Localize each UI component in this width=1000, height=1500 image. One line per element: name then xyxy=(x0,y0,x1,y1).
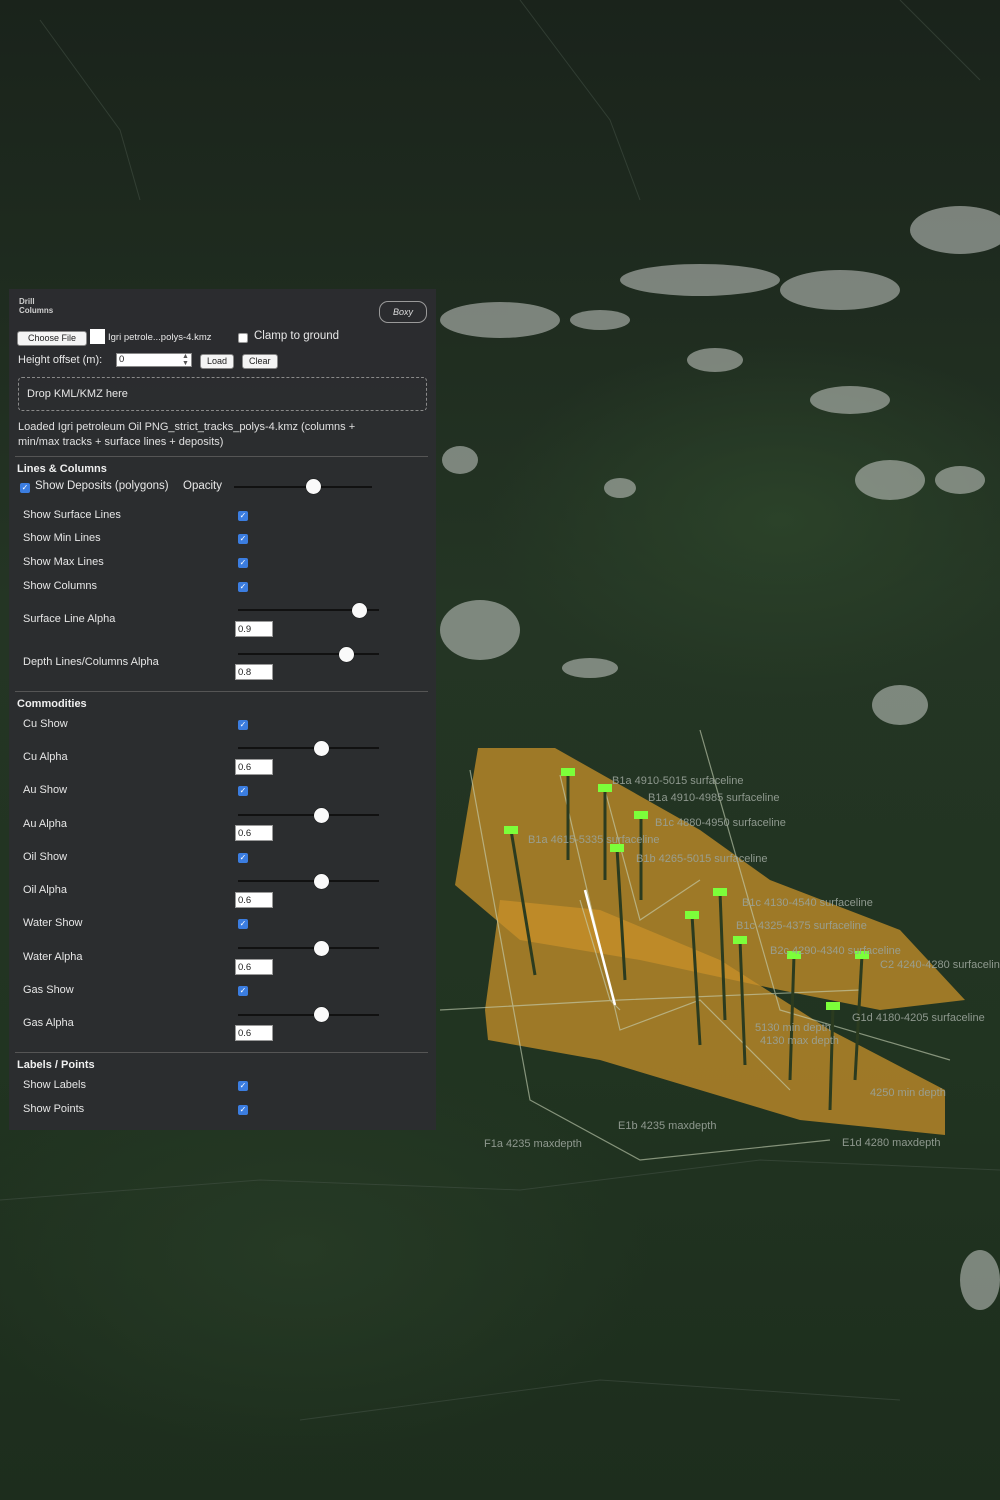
control-panel: Drill Columns Boxy Choose File Igri petr… xyxy=(9,289,436,1130)
deposit-opacity-thumb[interactable] xyxy=(306,479,321,494)
oil-show-checkbox[interactable]: ✓ xyxy=(238,853,248,863)
oil-alpha-thumb[interactable] xyxy=(314,874,329,889)
height-offset-input[interactable]: 0 xyxy=(116,353,192,367)
show-points-label: Show Points xyxy=(23,1103,85,1115)
map-label: 4130 max depth xyxy=(760,1035,839,1047)
map-label: B1c 4130-4540 surfaceline xyxy=(742,897,873,909)
map-label: B1a 4910-5015 surfaceline xyxy=(612,775,743,787)
show-surface-lines-label: Show Surface Lines xyxy=(23,509,121,521)
show-columns-checkbox[interactable]: ✓ xyxy=(238,582,248,592)
oil-alpha-label: Oil Alpha xyxy=(23,884,68,896)
au-alpha-label: Au Alpha xyxy=(23,818,68,830)
surface-alpha-label: Surface Line Alpha xyxy=(23,613,116,625)
show-max-lines-label: Show Max Lines xyxy=(23,556,104,568)
depth-alpha-input[interactable]: 0.8 xyxy=(235,664,273,680)
oil-show-label: Oil Show xyxy=(23,851,68,863)
gas-alpha-thumb[interactable] xyxy=(314,1007,329,1022)
deposit-opacity-slider[interactable] xyxy=(234,486,372,488)
oil-alpha-slider[interactable] xyxy=(238,880,379,882)
map-label: B1b 4265-5015 surfaceline xyxy=(636,853,767,865)
au-show-label: Au Show xyxy=(23,784,68,796)
show-columns-label: Show Columns xyxy=(23,580,97,592)
drop-zone-text: Drop KML/KMZ here xyxy=(27,388,128,400)
water-alpha-slider[interactable] xyxy=(238,947,379,949)
map-label: B2c 4290-4340 surfaceline xyxy=(770,945,901,957)
depth-alpha-slider[interactable] xyxy=(238,653,379,655)
map-label: F1a 4235 maxdepth xyxy=(484,1138,582,1150)
brand-logo: Boxy xyxy=(379,301,427,323)
water-alpha-label: Water Alpha xyxy=(23,951,83,963)
depth-alpha-label: Depth Lines/Columns Alpha xyxy=(23,656,159,668)
gas-alpha-input[interactable]: 0.6 xyxy=(235,1025,273,1041)
app-title: Drill Columns xyxy=(19,297,53,315)
show-points-checkbox[interactable]: ✓ xyxy=(238,1105,248,1115)
divider xyxy=(15,456,428,457)
cu-show-label: Cu Show xyxy=(23,718,68,730)
selected-file-name: Igri petrole...polys-4.kmz xyxy=(108,332,212,343)
water-show-checkbox[interactable]: ✓ xyxy=(238,919,248,929)
map-label: B1a 4910-4985 surfaceline xyxy=(648,792,779,804)
map-label: 5130 min depth xyxy=(755,1022,831,1034)
clear-button[interactable]: Clear xyxy=(242,354,278,369)
surface-alpha-input[interactable]: 0.9 xyxy=(235,621,273,637)
water-alpha-thumb[interactable] xyxy=(314,941,329,956)
cu-alpha-thumb[interactable] xyxy=(314,741,329,756)
load-status-line1: Loaded Igri petroleum Oil PNG_strict_tra… xyxy=(18,421,356,433)
commodities-heading: Commodities xyxy=(17,698,87,710)
oil-alpha-input[interactable]: 0.6 xyxy=(235,892,273,908)
gas-show-checkbox[interactable]: ✓ xyxy=(238,986,248,996)
au-show-checkbox[interactable]: ✓ xyxy=(238,786,248,796)
show-deposits-checkbox[interactable]: ✓ xyxy=(20,483,30,493)
map-label: B1c 4325-4375 surfaceline xyxy=(736,920,867,932)
lines-columns-heading: Lines & Columns xyxy=(17,463,107,475)
show-deposits-label: Show Deposits (polygons) xyxy=(35,480,169,492)
show-labels-label: Show Labels xyxy=(23,1079,86,1091)
map-label: G1d 4180-4205 surfaceline xyxy=(852,1012,985,1024)
file-swatch xyxy=(90,329,105,344)
water-alpha-input[interactable]: 0.6 xyxy=(235,959,273,975)
cu-alpha-label: Cu Alpha xyxy=(23,751,68,763)
water-show-label: Water Show xyxy=(23,917,83,929)
app-title-line2: Columns xyxy=(19,306,54,315)
show-labels-checkbox[interactable]: ✓ xyxy=(238,1081,248,1091)
show-max-lines-checkbox[interactable]: ✓ xyxy=(238,558,248,568)
map-label: B1c 4880-4950 surfaceline xyxy=(655,817,786,829)
map-label: E1d 4280 maxdepth xyxy=(842,1137,940,1149)
cu-alpha-input[interactable]: 0.6 xyxy=(235,759,273,775)
au-alpha-slider[interactable] xyxy=(238,814,379,816)
load-status: Loaded Igri petroleum Oil PNG_strict_tra… xyxy=(18,420,418,450)
app-title-line1: Drill xyxy=(19,297,35,306)
show-min-lines-label: Show Min Lines xyxy=(23,532,101,544)
opacity-label: Opacity xyxy=(183,480,222,492)
deposit-polygons[interactable] xyxy=(455,748,965,1135)
map-label: C2 4240-4280 surfaceline xyxy=(880,959,1000,971)
labels-points-heading: Labels / Points xyxy=(17,1059,95,1071)
cu-show-checkbox[interactable]: ✓ xyxy=(238,720,248,730)
au-alpha-input[interactable]: 0.6 xyxy=(235,825,273,841)
divider xyxy=(15,691,428,692)
stepper-icon[interactable]: ▲ ▼ xyxy=(182,353,189,367)
cu-alpha-slider[interactable] xyxy=(238,747,379,749)
au-alpha-thumb[interactable] xyxy=(314,808,329,823)
choose-file-button[interactable]: Choose File xyxy=(17,331,87,346)
map-label: B1a 4615-5335 surfaceline xyxy=(528,834,659,846)
height-offset-label: Height offset (m): xyxy=(18,354,103,366)
map-label: 4250 min depth xyxy=(870,1087,946,1099)
map-label: E1b 4235 maxdepth xyxy=(618,1120,716,1132)
gas-show-label: Gas Show xyxy=(23,984,74,996)
show-surface-lines-checkbox[interactable]: ✓ xyxy=(238,511,248,521)
clamp-to-ground-label: Clamp to ground xyxy=(254,330,340,342)
divider xyxy=(15,1052,428,1053)
show-min-lines-checkbox[interactable]: ✓ xyxy=(238,534,248,544)
gas-alpha-slider[interactable] xyxy=(238,1014,379,1016)
surface-alpha-thumb[interactable] xyxy=(352,603,367,618)
depth-alpha-thumb[interactable] xyxy=(339,647,354,662)
load-button[interactable]: Load xyxy=(200,354,235,369)
load-status-line2: min/max tracks + surface lines + deposit… xyxy=(18,436,224,448)
clamp-to-ground-checkbox[interactable] xyxy=(238,333,248,343)
gas-alpha-label: Gas Alpha xyxy=(23,1017,74,1029)
